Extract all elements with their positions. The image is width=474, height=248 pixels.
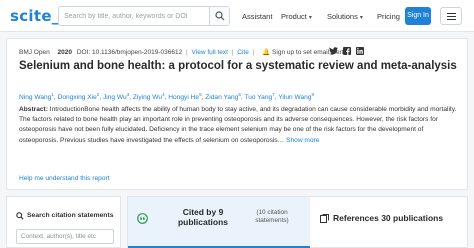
facebook-icon[interactable] [343,47,351,57]
author-affiliation: 6 [238,92,241,97]
sign-in-button[interactable]: Sign In [405,7,431,25]
author-name: Ziying Wu [132,94,163,102]
separator: | [231,49,234,56]
paper-card: BMJ Open 2020 DOI: 10.1136/bmjopen-2019-… [6,38,468,190]
author-link[interactable]: Dongxing Xie2 [57,92,100,102]
search-icon [215,11,225,21]
author-name: Jing Wu [102,94,127,102]
cited-by-label: Cited by 9 publications [177,207,229,227]
author-affiliation: 3 [126,92,130,97]
abstract: Abstract: IntroductionBone health affect… [19,105,461,146]
nav-assistant[interactable]: Assistant [242,12,272,21]
nav-product[interactable]: Product ▾ [281,12,312,21]
nav-assistant-label: Assistant [242,12,273,21]
author-link[interactable]: Ziying Wu4 [132,92,165,102]
author-name: Zidan Yang [205,94,239,102]
author-link[interactable]: Zidan Yang6 [205,92,241,102]
bell-icon: 🔔 [262,49,271,56]
nav-solutions[interactable]: Solutions ▾ [327,12,363,21]
citation-search-panel: Search citation statements [6,196,121,248]
publication-year: 2020 [57,49,72,56]
author-link[interactable]: Hongyi He5 [168,92,202,102]
separator: | [252,49,255,56]
separator: | [186,49,188,56]
references-icon [320,214,329,223]
author-link[interactable]: Ning Wang1 [19,92,54,102]
view-full-text-link[interactable]: View full text [192,49,228,56]
chevron-down-icon: ▾ [359,15,363,21]
top-navigation-bar: scite_ Assistant Product▾ Solutions▾ Pri… [0,0,474,32]
author-link[interactable]: Tuo Yang7 [244,92,275,102]
tab-cited-by[interactable]: Cited by 9 publications (10 citation sta… [128,197,310,248]
author-affiliation: 2 [96,92,100,97]
nav-product-label: Product [281,12,307,21]
author-name: Hongyi He [168,94,200,102]
paper-meta: BMJ Open 2020 DOI: 10.1136/bmjopen-2019-… [19,48,347,56]
author-name: Yilun Wang [278,94,312,102]
chevron-down-icon: ▾ [308,15,312,21]
linkedin-icon[interactable] [356,47,364,57]
citation-statements-count: (10 citation statements) [255,209,289,224]
menu-icon [447,16,456,17]
author-affiliation: 7 [272,92,275,97]
citation-search-title: Search citation statements [27,212,114,219]
cite-link[interactable]: Cite [237,49,249,56]
author-affiliation: 1 [51,92,54,97]
author-affiliation: 4 [162,92,165,97]
search-box [58,6,230,26]
twitter-icon[interactable] [329,47,338,57]
tab-references[interactable]: References 30 publications [310,197,468,248]
quote-icon [137,213,148,224]
author-name: Tuo Yang [244,94,273,102]
search-button[interactable] [209,7,229,25]
nav-pricing[interactable]: Pricing [377,12,400,21]
citation-search-input[interactable] [16,229,114,244]
search-input[interactable] [59,7,209,25]
author-list: Ning Wang1, Dongxing Xie2, Jing Wu3, Ziy… [19,92,314,102]
author-name: Ning Wang [19,94,52,102]
references-label: References 30 publications [333,213,444,223]
menu-button[interactable] [440,7,462,25]
author-affiliation: 5 [199,92,202,97]
citation-tabs: Cited by 9 publications (10 citation sta… [127,196,468,248]
author-name: Dongxing Xie [57,94,97,102]
menu-icon [447,13,456,14]
abstract-label: Abstract: [19,106,48,113]
search-icon [16,212,24,220]
scite-logo[interactable]: scite_ [10,7,60,25]
author-link[interactable]: Jing Wu3 [102,92,130,102]
nav-pricing-label: Pricing [377,12,400,21]
author-affiliation: 8 [311,92,314,97]
author-link[interactable]: Yilun Wang8 [278,92,314,102]
nav-solutions-label: Solutions [327,12,358,21]
paper-title: Selenium and bone health: a protocol for… [19,60,457,72]
doi: DOI: 10.1136/bmjopen-2019-036612 [76,49,183,56]
abstract-text: IntroductionBone health affects the abil… [19,106,457,144]
journal-name[interactable]: BMJ Open [19,49,50,56]
show-more-link[interactable]: Show more [286,137,319,144]
menu-icon [447,19,456,20]
help-understand-link[interactable]: Help me understand this report [19,175,110,182]
